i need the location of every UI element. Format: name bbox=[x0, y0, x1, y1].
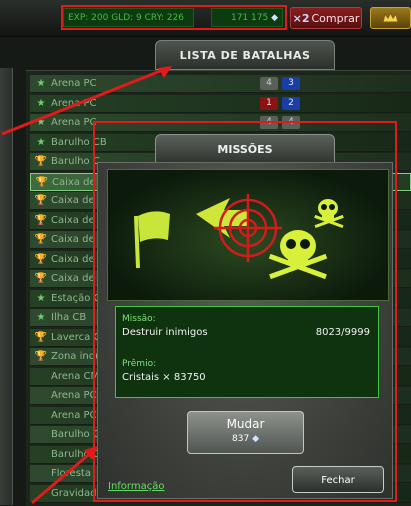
trophy-icon: 🏆 bbox=[34, 351, 48, 362]
highlight-stats-box bbox=[61, 5, 287, 30]
chest-button[interactable] bbox=[370, 7, 411, 29]
team-score-right: 2 bbox=[282, 96, 300, 110]
annotation-arrow-bottom bbox=[31, 446, 98, 505]
trophy-icon: 🏆 bbox=[34, 214, 48, 226]
buy-button[interactable]: ×2 Comprar bbox=[290, 7, 362, 29]
highlight-missions-dialog bbox=[93, 121, 397, 502]
team-score-left: 1 bbox=[260, 96, 278, 110]
trophy-icon: 🏆 bbox=[34, 331, 48, 343]
team-score-right: 3 bbox=[282, 77, 300, 90]
battle-name: Arena PC bbox=[51, 390, 97, 401]
battle-name: Arena CM bbox=[51, 370, 100, 382]
trophy-icon: 🏆 bbox=[34, 156, 48, 167]
trophy-icon: 🏆 bbox=[34, 253, 48, 265]
trophy-icon: 🏆 bbox=[34, 195, 48, 206]
star-icon: ★ bbox=[36, 312, 46, 323]
battle-name: Arena PC bbox=[51, 409, 97, 421]
trophy-icon: 🏆 bbox=[34, 234, 48, 245]
trophy-icon: 🏆 bbox=[34, 273, 48, 284]
crown-icon bbox=[382, 11, 399, 23]
buy-label: Comprar bbox=[311, 12, 360, 25]
team-score-left: 4 bbox=[260, 77, 278, 90]
star-icon: ★ bbox=[36, 292, 46, 304]
buy-multiplier: ×2 bbox=[292, 12, 310, 25]
battle-name: Ilha CB bbox=[51, 312, 87, 323]
annotation-arrow-top bbox=[1, 66, 172, 136]
battle-list-title: LISTA DE BATALHAS bbox=[155, 40, 335, 70]
trophy-icon: 🏆 bbox=[35, 176, 49, 188]
